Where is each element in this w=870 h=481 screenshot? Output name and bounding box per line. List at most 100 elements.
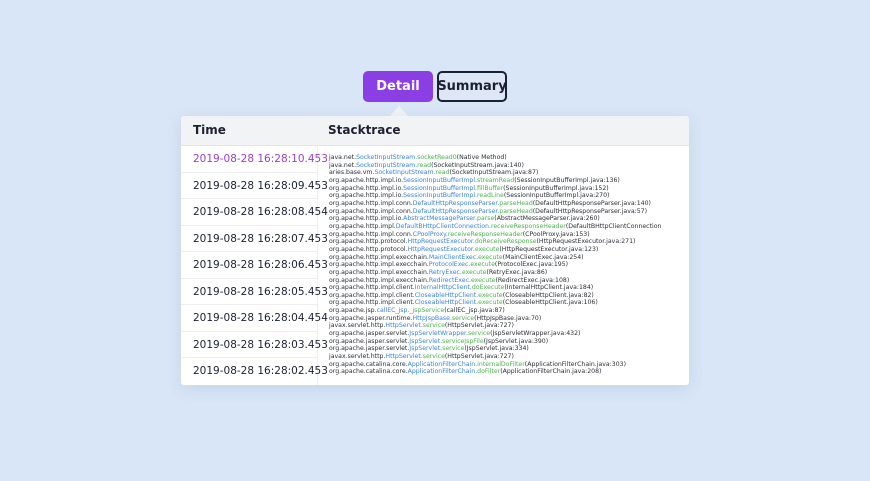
stack-method: receiveResponseHeader [490,222,566,230]
stack-class: HttpJspBase [412,314,450,322]
view-tabs: Detail Summary [363,71,507,102]
tab-summary[interactable]: Summary [437,71,507,102]
stack-location: (HttpRequestExecutor.java:123) [499,245,599,253]
time-row[interactable]: 2019-08-28 16:28:04.454 [181,305,328,332]
stack-package: org.apache.http.impl.execchain. [329,253,429,261]
stack-package: java.net. [329,161,357,169]
tab-detail[interactable]: Detail [363,71,433,102]
stack-method: receiveResponseHeader [447,230,523,238]
time-row[interactable]: 2019-08-28 16:28:05.453 [181,279,328,305]
stacktrace-line: org.apache.jasper.servlet.JspServlet.ser… [329,338,683,346]
stacktrace-line: org.apache.http.impl.io.SessionInputBuff… [329,185,683,193]
time-row[interactable]: 2019-08-28 16:28:06.453 [181,252,328,279]
stacktrace-line: org.apache.http.impl.io.AbstractMessageP… [329,215,683,223]
stacktrace-line: org.apache.catalina.core.ApplicationFilt… [329,361,683,369]
stack-package: aries.base.vm. [329,169,375,177]
stack-location: (CloseableHttpClient.java:82) [502,291,594,299]
stack-method: service [451,314,475,322]
stack-location: (SocketInputStream.java:140) [431,161,524,169]
stacktrace-line: org.apache.http.impl.client.CloseableHtt… [329,292,683,300]
stacktrace-line: org.apache.jasper.servlet.JspServletWrap… [329,330,683,338]
stack-class: DefaultHttpResponseParser [412,199,498,207]
column-header-stacktrace: Stacktrace [328,123,401,137]
stack-class: JspServlet [409,337,441,345]
stack-class: callEC_jsp [376,307,408,315]
stack-location: (AbstractMessageParser.java:260) [494,215,600,223]
stacktrace-line: org.apache.http.impl.conn.DefaultHttpRes… [329,200,683,208]
stack-location: (MainClientExec.java:254) [502,253,584,261]
stack-class: JspServlet [409,345,441,353]
stack-location: (DefaultHttpResponseParser.java:57) [532,207,648,215]
stack-class: SocketInputStream [356,161,416,169]
stack-class: ApplicationFilterChain [407,368,476,376]
stack-class: HttpServlet [385,353,421,361]
stack-location: (HttpRequestExecutor.java:271) [536,238,636,246]
stack-method: execute [461,268,487,276]
stack-package: org.apache.http.impl.execchain. [329,268,429,276]
stack-location: (CloseableHttpClient.java:106) [502,299,598,307]
stack-class: AbstractMessageParser [403,215,476,223]
stack-package: org.apache.catalina.core. [329,360,408,368]
stack-package: org.apache.http.impl.client. [329,284,415,292]
stack-method: service [422,322,445,330]
stack-method: fillBuffer [477,184,504,192]
stack-class: SessionInputBufferImpl [403,192,476,200]
stack-class: SessionInputBufferImpl [403,184,476,192]
stack-package: org.apache.jasper.servlet. [329,330,410,338]
time-row[interactable]: 2019-08-28 16:28:02.453 [181,358,328,385]
stack-location: (CPoolProxy.java:153) [522,230,590,238]
stack-class: DefaultBHttpClientConnection [395,222,489,230]
stacktrace-view: java.net.SocketInputStream.socketRead0(N… [329,154,683,376]
stack-package: org.apache.http.impl.conn. [329,207,413,215]
stack-location: (HttpServlet.java:727) [444,353,514,361]
stacktrace-line: org.apache.http.impl.execchain.RedirectE… [329,277,683,285]
stack-package: org.apache.http.impl.io. [329,215,404,223]
stack-method: parseHead [499,199,533,207]
stacktrace-line: org.apache.http.impl.conn.DefaultHttpRes… [329,208,683,216]
stack-class: DefaultHttpResponseParser [412,207,498,215]
stack-class: InternalHttpClient [414,284,470,292]
stack-method: parse [476,215,495,223]
stacktrace-line: org.apache.http.protocol.HttpRequestExec… [329,246,683,254]
stacktrace-line: javax.servlet.http.HttpServlet.service(H… [329,322,683,330]
stack-method: execute [478,291,503,299]
time-row[interactable]: 2019-08-28 16:28:08.454 [181,199,328,226]
stack-method: execute [478,299,503,307]
stack-package: org.apache.http.impl.conn. [329,230,413,238]
stack-method: internalDoFilter [477,360,525,368]
stack-method: parseHead [499,207,533,215]
time-row[interactable]: 2019-08-28 16:28:09.453 [181,173,328,199]
stack-package: org.apache.http.impl.execchain. [329,276,429,284]
stack-class: RedirectExec [428,276,469,284]
stack-location: (HttpJspBase.java:70) [474,314,542,322]
stack-class: HttpServlet [385,322,421,330]
stack-method: _jspService [409,307,445,315]
stack-location: (ApplicationFilterChain.java:303) [524,360,627,368]
table-body: 2019-08-28 16:28:10.453 2019-08-28 16:28:… [181,146,689,385]
stack-class: SocketInputStream [356,154,416,161]
stack-method: doReceiveResponse [474,238,537,246]
stack-location: (InternalHttpClient.java:184) [504,284,594,292]
stack-package: org.apache.http.impl.execchain. [329,261,429,269]
stack-method: execute [478,253,503,261]
stacktrace-line: org.apache.jasper.servlet.JspServlet.ser… [329,345,683,353]
stack-package: org.apache.http.protocol. [329,245,408,253]
stack-location: (Native Method) [456,154,507,161]
stack-package: org.apache.http.impl.io. [329,184,404,192]
stack-class: CPoolProxy [412,230,446,238]
stacktrace-line: java.net.SocketInputStream.read(SocketIn… [329,162,683,170]
stack-method: service [467,330,491,338]
stacktrace-line: org.apache.http.impl.execchain.ProtocolE… [329,261,683,269]
time-row[interactable]: 2019-08-28 16:28:03.453 [181,332,328,358]
stack-method: readLine [477,192,504,200]
stack-class: CloseableHttpClient [414,299,477,307]
time-row[interactable]: 2019-08-28 16:28:07.453 [181,226,328,252]
stack-class: HttpRequestExecutor [407,245,473,253]
time-row[interactable]: 2019-08-28 16:28:10.453 [181,146,328,173]
stack-method: read [435,169,450,177]
stack-location: (JspServlet.java:390) [483,337,549,345]
stack-class: SocketInputStream [374,169,434,177]
stack-package: org.apache.jsp. [329,307,377,315]
stack-package: org.apache.jasper.servlet. [329,337,410,345]
stack-method: service [422,353,445,361]
